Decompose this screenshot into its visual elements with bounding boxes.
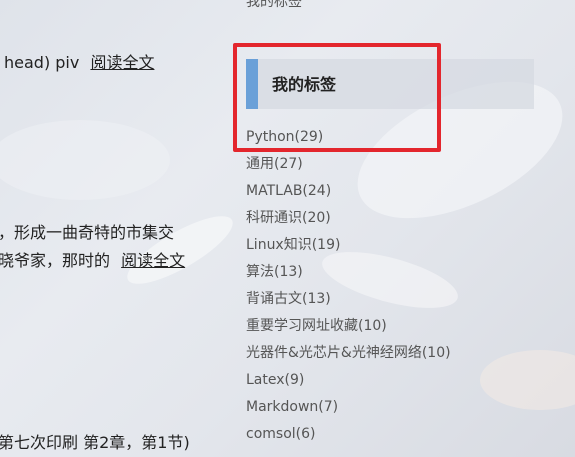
article-excerpt: head) piv 阅读全文 bbox=[4, 49, 154, 73]
article-excerpt: ，形成一曲奇特的市集交 bbox=[0, 219, 174, 243]
tag-link[interactable]: 重要学习网址收藏(10) bbox=[246, 317, 451, 344]
article-list: head) piv 阅读全文 ，形成一曲奇特的市集交 晓爷家，那时的 阅读全文 … bbox=[0, 0, 230, 457]
article-excerpt-text: ，形成一曲奇特的市集交 bbox=[0, 223, 175, 242]
article-excerpt-text: 第七次印刷 第2章，第1节) bbox=[0, 433, 190, 452]
tag-link[interactable]: 算法(13) bbox=[246, 263, 451, 290]
tag-link[interactable]: 光器件&光芯片&光神经网络(10) bbox=[246, 344, 451, 371]
tag-link[interactable]: MATLAB(24) bbox=[246, 182, 451, 209]
article-excerpt-text: head) piv bbox=[4, 53, 80, 72]
read-more-link[interactable]: 阅读全文 bbox=[121, 251, 185, 270]
tag-link[interactable]: Markdown(7) bbox=[246, 398, 451, 425]
sidebar-prev-title: 我的标签 bbox=[246, 0, 302, 10]
tag-link[interactable]: 科研通识(20) bbox=[246, 209, 451, 236]
article-excerpt-text: 晓爷家，那时的 bbox=[0, 251, 111, 270]
tag-link[interactable]: 背诵古文(13) bbox=[246, 290, 451, 317]
tag-link[interactable]: Latex(9) bbox=[246, 371, 451, 398]
tag-link[interactable]: Linux知识(19) bbox=[246, 236, 451, 263]
highlight-box bbox=[233, 43, 441, 152]
tag-link[interactable]: 通用(27) bbox=[246, 155, 451, 182]
tag-link[interactable]: comsol(6) bbox=[246, 425, 451, 452]
tag-list: Python(29) 通用(27) MATLAB(24) 科研通识(20) Li… bbox=[246, 128, 451, 452]
article-excerpt: 晓爷家，那时的 阅读全文 bbox=[0, 247, 185, 271]
read-more-link[interactable]: 阅读全文 bbox=[90, 53, 154, 72]
article-excerpt: 第七次印刷 第2章，第1节) bbox=[0, 429, 190, 453]
